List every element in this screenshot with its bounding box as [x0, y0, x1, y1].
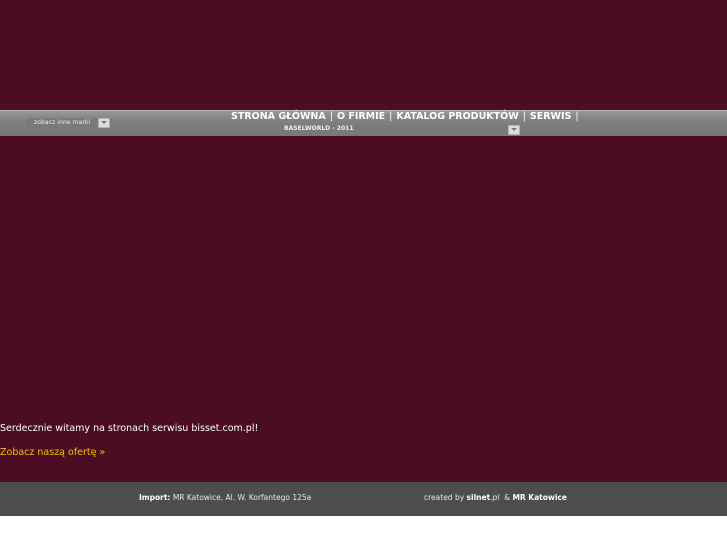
- menu-separator: |: [329, 111, 333, 122]
- menu-item-about[interactable]: O FIRMIE: [337, 111, 385, 122]
- menu-separator: |: [522, 111, 526, 122]
- page-background: zobacz inne marki STRONA GŁÓWNA | O FIRMIE…: [0, 0, 727, 516]
- brand-select[interactable]: zobacz inne marki: [26, 118, 112, 128]
- footer: Import: MR Katowice, Al. W. Korfantego 1…: [0, 482, 727, 516]
- ampersand: &: [504, 493, 511, 502]
- silnet-suffix: .pl: [490, 493, 500, 502]
- brand-select-dropdown-button[interactable]: [98, 118, 110, 128]
- chevron-down-icon: [511, 128, 517, 131]
- created-by-label: created by: [424, 493, 465, 502]
- footer-credit: created by silnet.pl & MR Katowice: [424, 493, 567, 502]
- menu-item-service[interactable]: SERWIS: [530, 111, 572, 122]
- news-select-dropdown-button[interactable]: [508, 125, 520, 135]
- brand-select-label: zobacz inne marki: [34, 119, 91, 126]
- welcome-text: Serdecznie witamy na stronach serwisu bi…: [0, 423, 259, 434]
- footer-import: Import: MR Katowice, Al. W. Korfantego 1…: [139, 493, 311, 502]
- menu-separator: |: [575, 111, 579, 122]
- menu-item-home[interactable]: STRONA GŁÓWNA: [231, 111, 326, 122]
- main-menu: STRONA GŁÓWNA | O FIRMIE | KATALOG PRODUKTÓW…: [231, 111, 583, 123]
- navigation-bar: zobacz inne marki STRONA GŁÓWNA | O FIRMIE…: [0, 110, 727, 136]
- offer-link[interactable]: Zobacz naszą ofertę »: [0, 447, 105, 458]
- silnet-name: silnet: [466, 493, 491, 502]
- import-label: Import:: [139, 493, 171, 502]
- silnet-link[interactable]: silnet.pl: [467, 493, 500, 502]
- chevron-down-icon: [101, 121, 107, 124]
- menu-separator: |: [389, 111, 393, 122]
- news-select[interactable]: BASELWORLD - 2011: [280, 125, 521, 135]
- mr-katowice-link[interactable]: MR Katowice: [512, 493, 567, 502]
- news-select-label: BASELWORLD - 2011: [284, 125, 354, 132]
- menu-item-catalog[interactable]: KATALOG PRODUKTÓW: [396, 111, 518, 122]
- import-address: MR Katowice, Al. W. Korfantego 125a: [172, 493, 312, 502]
